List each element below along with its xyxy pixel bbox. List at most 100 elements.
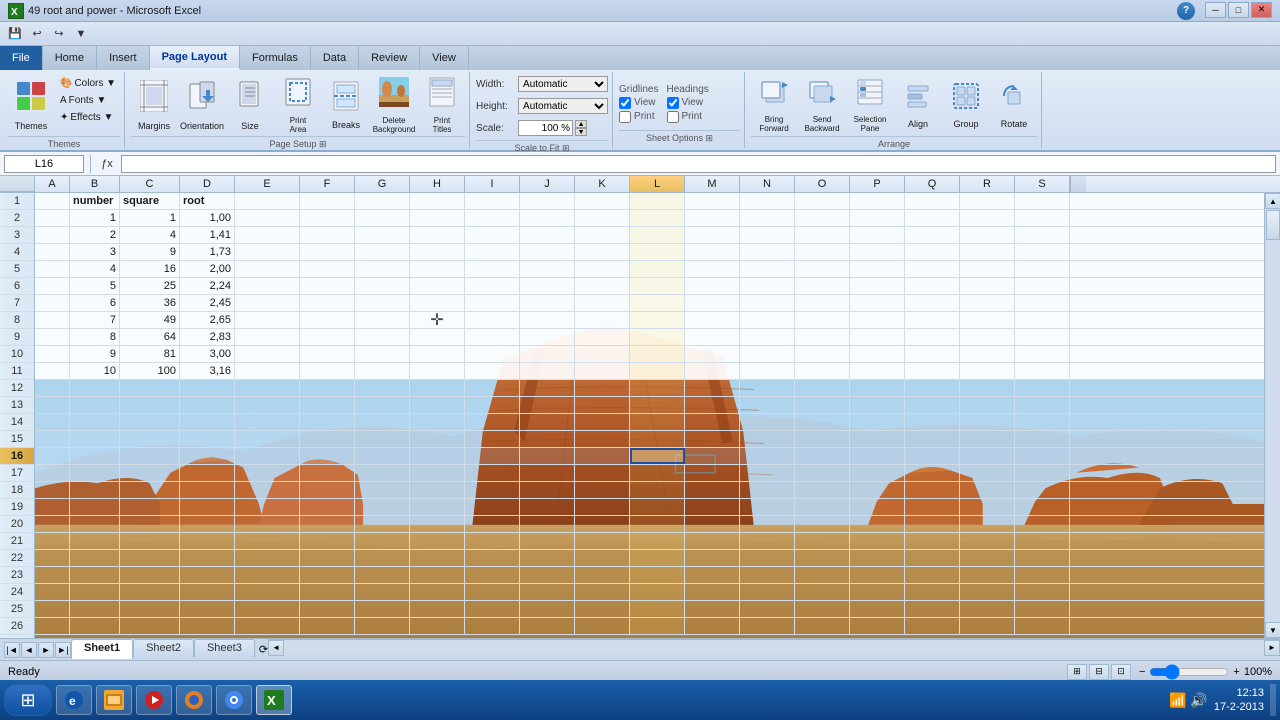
cell-h15[interactable] [410,431,465,447]
cell-k15[interactable] [575,431,630,447]
cell-r9[interactable] [960,329,1015,345]
cell-e11[interactable] [235,363,300,379]
tab-page-layout[interactable]: Page Layout [150,46,240,70]
cell-i16[interactable] [465,448,520,464]
cell-s13[interactable] [1015,397,1070,413]
cell-s4[interactable] [1015,244,1070,260]
cell-q17[interactable] [905,465,960,481]
undo-button[interactable]: ↩ [28,25,46,43]
cell-k2[interactable] [575,210,630,226]
cell-e9[interactable] [235,329,300,345]
cell-j1[interactable] [520,193,575,209]
cell-e19[interactable] [235,499,300,515]
row-num-23[interactable]: 23 [0,567,34,584]
cell-k21[interactable] [575,533,630,549]
cell-g8[interactable] [355,312,410,328]
cell-k18[interactable] [575,482,630,498]
gridlines-view-check[interactable] [619,97,631,109]
sheet-add-tab[interactable]: ⟳ [259,639,268,660]
cell-e1[interactable] [235,193,300,209]
row-num-12[interactable]: 12 [0,380,34,397]
page-layout-view-btn[interactable]: ⊟ [1089,664,1109,680]
cell-n20[interactable] [740,516,795,532]
cell-g7[interactable] [355,295,410,311]
cell-l10[interactable] [630,346,685,362]
cell-m8[interactable] [685,312,740,328]
cell-f22[interactable] [300,550,355,566]
cell-a10[interactable] [35,346,70,362]
cell-j22[interactable] [520,550,575,566]
cell-c22[interactable] [120,550,180,566]
cell-n15[interactable] [740,431,795,447]
h-scroll-right[interactable]: ► [1264,640,1280,656]
cell-f26[interactable] [300,618,355,634]
cell-e17[interactable] [235,465,300,481]
cell-f1[interactable] [300,193,355,209]
sheet-nav-last[interactable]: ►| [55,642,71,658]
cell-a15[interactable] [35,431,70,447]
cell-j2[interactable] [520,210,575,226]
cell-f11[interactable] [300,363,355,379]
cell-b23[interactable] [70,567,120,583]
cell-c7[interactable]: 36 [120,295,180,311]
row-num-8[interactable]: 8 [0,312,34,329]
cell-g18[interactable] [355,482,410,498]
cell-k17[interactable] [575,465,630,481]
cell-q21[interactable] [905,533,960,549]
row-num-2[interactable]: 2 [0,210,34,227]
cell-j17[interactable] [520,465,575,481]
cell-h21[interactable] [410,533,465,549]
cell-f7[interactable] [300,295,355,311]
cell-g4[interactable] [355,244,410,260]
row-num-24[interactable]: 24 [0,584,34,601]
cell-s14[interactable] [1015,414,1070,430]
cell-d1[interactable]: root [180,193,235,209]
cell-m20[interactable] [685,516,740,532]
cell-o19[interactable] [795,499,850,515]
cell-p13[interactable] [850,397,905,413]
cell-a13[interactable] [35,397,70,413]
cell-l15[interactable] [630,431,685,447]
cell-g26[interactable] [355,618,410,634]
cell-g19[interactable] [355,499,410,515]
print-titles-button[interactable]: PrintTitles [419,76,465,134]
cell-k14[interactable] [575,414,630,430]
cell-j10[interactable] [520,346,575,362]
cell-e2[interactable] [235,210,300,226]
cell-k11[interactable] [575,363,630,379]
cell-b20[interactable] [70,516,120,532]
cell-e26[interactable] [235,618,300,634]
selection-pane-button[interactable]: SelectionPane [847,76,893,134]
row-num-18[interactable]: 18 [0,482,34,499]
row-num-14[interactable]: 14 [0,414,34,431]
cell-p20[interactable] [850,516,905,532]
cell-o15[interactable] [795,431,850,447]
cell-h9[interactable] [410,329,465,345]
col-header-f[interactable]: F [300,176,355,192]
cell-d20[interactable] [180,516,235,532]
cell-r3[interactable] [960,227,1015,243]
row-num-16[interactable]: 16 [0,448,34,465]
cell-h6[interactable] [410,278,465,294]
cell-d7[interactable]: 2,45 [180,295,235,311]
cell-j18[interactable] [520,482,575,498]
cell-d26[interactable] [180,618,235,634]
cell-c14[interactable] [120,414,180,430]
cell-f9[interactable] [300,329,355,345]
row-num-25[interactable]: 25 [0,601,34,618]
cell-l8[interactable] [630,312,685,328]
cell-m3[interactable] [685,227,740,243]
cell-s22[interactable] [1015,550,1070,566]
cell-f13[interactable] [300,397,355,413]
cell-l24[interactable] [630,584,685,600]
cell-e4[interactable] [235,244,300,260]
cell-q15[interactable] [905,431,960,447]
cell-f6[interactable] [300,278,355,294]
cell-r11[interactable] [960,363,1015,379]
cell-r8[interactable] [960,312,1015,328]
cell-m11[interactable] [685,363,740,379]
cell-o4[interactable] [795,244,850,260]
headings-print-check[interactable] [667,111,679,123]
cell-r13[interactable] [960,397,1015,413]
row-num-15[interactable]: 15 [0,431,34,448]
